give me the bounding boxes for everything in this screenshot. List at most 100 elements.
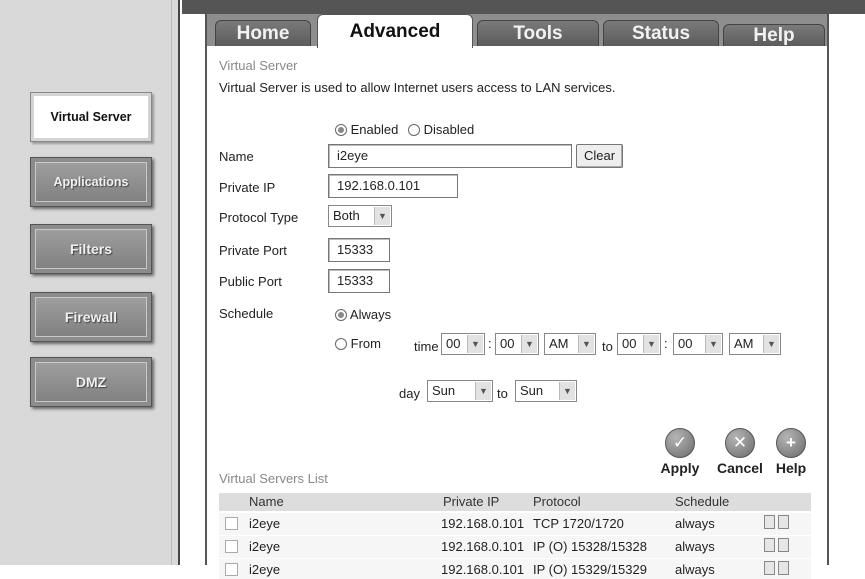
private-ip-label: Private IP [219,180,276,195]
help-button[interactable]: + Help [771,428,811,476]
always-label: Always [349,307,392,322]
sidebar-item-virtual-server[interactable]: Virtual Server [30,92,152,142]
trash-icon[interactable] [778,538,789,552]
name-label: Name [219,149,254,164]
enabled-label: Enabled [350,122,399,137]
start-minute-value: 00 [500,336,515,351]
enable-radio-group: Enabled Disabled [335,122,474,137]
row-private-ip: 192.168.0.101 [441,539,525,554]
end-ampm-value: AM [734,336,754,351]
disabled-label: Disabled [423,122,475,137]
col-protocol: Protocol [533,494,581,509]
tab-bar: Home Advanced Tools Status Help [207,14,827,48]
main-panel: Home Advanced Tools Status Help Virtual … [205,14,829,579]
start-minute-select[interactable]: 00 ▼ [495,333,539,355]
chevron-down-icon: ▼ [643,335,659,353]
tab-label: Status [631,22,691,44]
list-title: Virtual Servers List [219,471,328,486]
row-name: i2eye [249,562,281,577]
row-name: i2eye [249,516,281,531]
sidebar-item-dmz[interactable]: DMZ [30,357,152,407]
end-ampm-select[interactable]: AM ▼ [729,333,781,355]
table-row: i2eye 192.168.0.101 IP (O) 15328/15328 a… [219,536,811,558]
row-protocol: IP (O) 15328/15328 [533,539,647,554]
edit-icon[interactable] [764,538,775,552]
row-checkbox[interactable] [225,517,238,530]
day-label: day [399,386,420,401]
tab-status[interactable]: Status [603,20,719,46]
row-private-ip: 192.168.0.101 [441,562,525,577]
row-protocol: IP (O) 15329/15329 [533,562,647,577]
chevron-down-icon: ▼ [467,335,483,353]
clear-button[interactable]: Clear [576,144,624,168]
section-title: Virtual Server [219,58,298,73]
day-from-value: Sun [432,383,456,398]
sidebar-item-filters[interactable]: Filters [30,224,152,274]
section-description: Virtual Server is used to allow Internet… [219,80,616,95]
start-hour-select[interactable]: 00 ▼ [441,333,485,355]
row-name: i2eye [249,539,281,554]
to-label: to [602,339,613,354]
sidebar-item-applications[interactable]: Applications [30,157,152,207]
sidebar-item-firewall[interactable]: Firewall [30,292,152,342]
row-checkbox[interactable] [225,540,238,553]
protocol-type-label: Protocol Type [219,210,299,225]
start-ampm-select[interactable]: AM ▼ [544,333,596,355]
chevron-down-icon: ▼ [578,335,594,353]
tab-advanced[interactable]: Advanced [317,14,473,48]
cancel-label: Cancel [717,460,763,476]
table-row: i2eye 192.168.0.101 IP (O) 15329/15329 a… [219,559,811,579]
schedule-label: Schedule [219,306,274,321]
protocol-selected-value: Both [333,208,360,223]
always-radio[interactable] [335,309,347,321]
col-name: Name [249,494,284,509]
name-input[interactable]: i2eye [328,144,572,168]
tab-tools[interactable]: Tools [477,20,599,46]
sidebar-item-label: Filters [69,241,112,257]
tab-home[interactable]: Home [215,20,311,46]
disabled-radio[interactable] [407,124,420,136]
tab-label: Advanced [349,20,441,42]
enabled-radio[interactable] [335,124,347,136]
sidebar-item-label: Applications [53,175,129,189]
day-to-select[interactable]: Sun ▼ [515,380,577,402]
day-from-select[interactable]: Sun ▼ [427,380,493,402]
to-label: to [497,386,508,401]
help-label: Help [775,460,807,476]
private-port-input[interactable]: 15333 [328,238,390,262]
protocol-select[interactable]: Both ▼ [328,205,392,227]
end-hour-select[interactable]: 00 ▼ [617,333,661,355]
apply-button[interactable]: ✓ Apply [655,428,705,476]
private-ip-input[interactable]: 192.168.0.101 [328,174,458,198]
cancel-button[interactable]: ✕ Cancel [711,428,769,476]
sidebar-item-label: DMZ [75,374,107,390]
end-hour-value: 00 [622,336,637,351]
end-minute-select[interactable]: 00 ▼ [673,333,723,355]
sidebar: Virtual Server Applications Filters Fire… [0,0,180,565]
row-schedule: always [675,539,715,554]
col-schedule: Schedule [675,494,730,509]
chevron-down-icon: ▼ [559,382,575,400]
day-to-value: Sun [520,383,544,398]
row-protocol: TCP 1720/1720 [533,516,624,531]
chevron-down-icon: ▼ [521,335,537,353]
sidebar-item-label: Virtual Server [50,110,132,124]
public-port-input[interactable]: 15333 [328,269,390,293]
from-label: From [350,336,381,351]
tab-help[interactable]: Help [723,24,825,46]
trash-icon[interactable] [778,561,789,575]
plus-icon: + [776,428,806,458]
from-radio[interactable] [335,338,347,350]
list-header: Name Private IP Protocol Schedule [219,493,811,511]
time-separator: : [664,336,668,351]
time-separator: : [488,336,492,351]
tab-label: Home [236,22,290,44]
top-strip [182,0,865,14]
tab-label: Tools [513,22,563,44]
edit-icon[interactable] [764,515,775,529]
trash-icon[interactable] [778,515,789,529]
schedule-always-option: Always [335,307,391,322]
time-label: time [414,339,439,354]
apply-label: Apply [660,460,700,476]
edit-icon[interactable] [764,561,775,575]
